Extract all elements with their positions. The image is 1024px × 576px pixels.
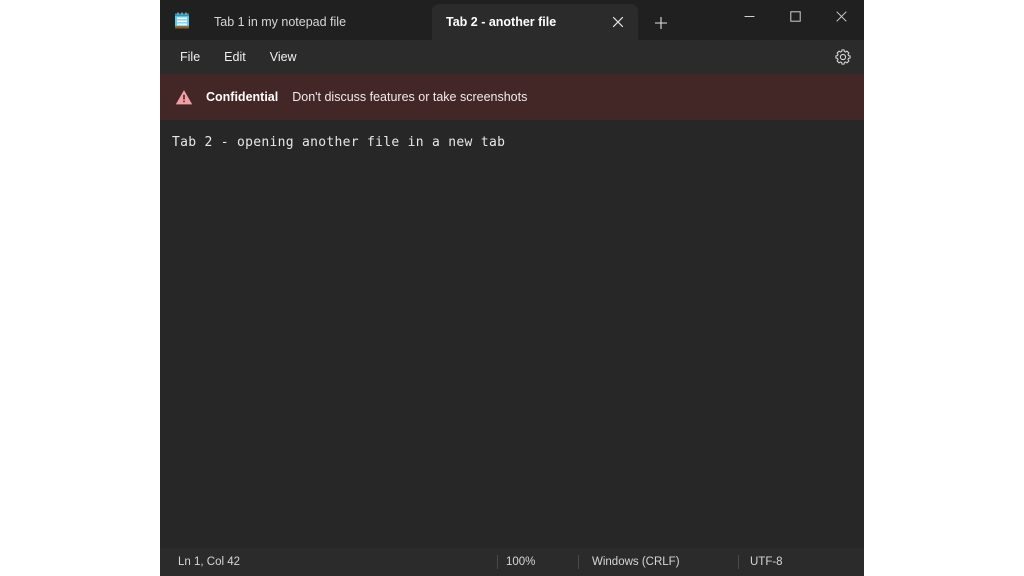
screenshot-root: Tab 1 in my notepad file Tab 2 - another…	[0, 0, 1024, 576]
close-icon[interactable]	[818, 0, 864, 32]
status-bar: Ln 1, Col 42 100% Windows (CRLF) UTF-8	[160, 548, 864, 576]
tab-2-label: Tab 2 - another file	[446, 15, 604, 29]
gear-icon[interactable]	[832, 46, 854, 68]
tab-1[interactable]: Tab 1 in my notepad file	[200, 4, 392, 40]
tab-2-close-icon[interactable]	[604, 8, 632, 36]
menu-item-edit[interactable]: Edit	[212, 46, 258, 68]
title-bar: Tab 1 in my notepad file Tab 2 - another…	[160, 0, 864, 40]
editor-content: Tab 2 - opening another file in a new ta…	[172, 134, 864, 152]
warning-triangle-icon	[174, 87, 194, 107]
notepad-icon	[173, 12, 191, 30]
status-separator-1	[497, 555, 498, 569]
window-caption-buttons	[726, 0, 864, 32]
maximize-icon[interactable]	[772, 0, 818, 32]
status-separator-3	[738, 555, 739, 569]
new-tab-button[interactable]	[648, 10, 674, 36]
status-zoom[interactable]: 100%	[506, 548, 535, 576]
tab-1-label: Tab 1 in my notepad file	[214, 15, 346, 29]
confidential-banner: Confidential Don't discuss features or t…	[160, 74, 864, 120]
banner-title: Confidential	[206, 90, 278, 104]
menu-item-view[interactable]: View	[258, 46, 309, 68]
text-editor-area[interactable]: Tab 2 - opening another file in a new ta…	[160, 120, 864, 548]
tab-2[interactable]: Tab 2 - another file	[432, 4, 638, 40]
menu-bar: File Edit View	[160, 40, 864, 74]
menu-item-file[interactable]: File	[168, 46, 212, 68]
status-separator-2	[578, 555, 579, 569]
status-line-ending[interactable]: Windows (CRLF)	[592, 548, 680, 576]
minimize-icon[interactable]	[726, 0, 772, 32]
status-cursor-position: Ln 1, Col 42	[178, 548, 240, 576]
notepad-window: Tab 1 in my notepad file Tab 2 - another…	[160, 0, 864, 576]
banner-message: Don't discuss features or take screensho…	[292, 90, 527, 104]
status-encoding[interactable]: UTF-8	[750, 548, 783, 576]
